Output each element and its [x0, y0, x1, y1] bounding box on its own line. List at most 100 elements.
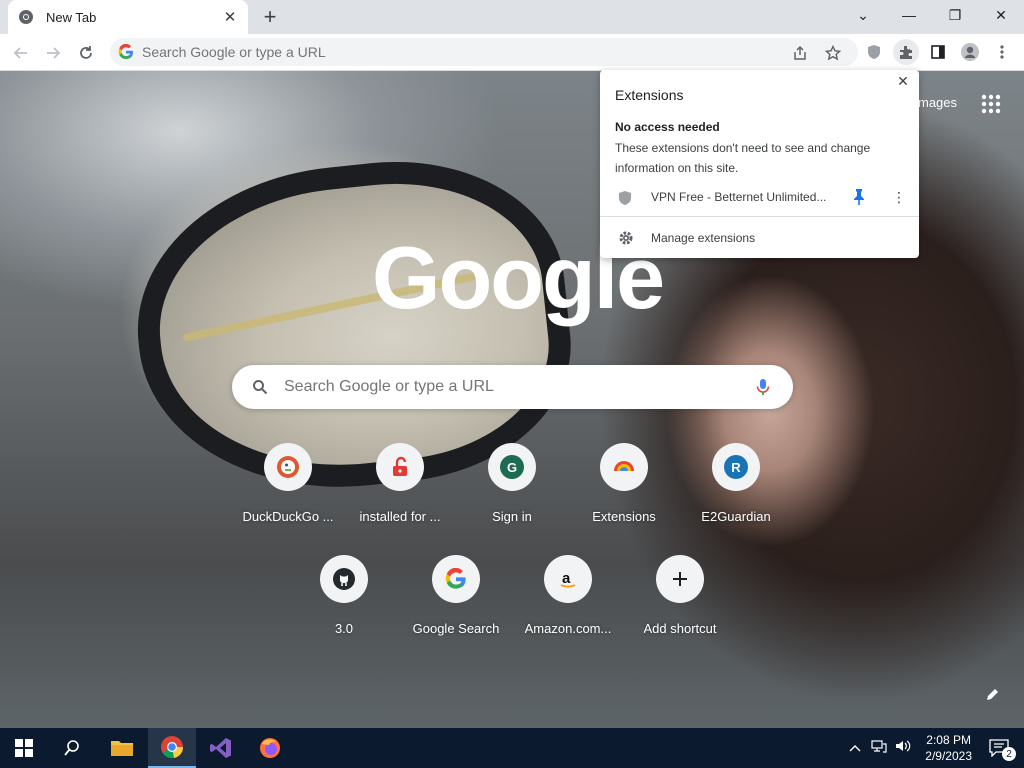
- letter-r-avatar: R: [712, 443, 760, 491]
- shortcut-tile[interactable]: a Amazon.com...: [512, 555, 624, 659]
- action-center-button[interactable]: 2: [988, 737, 1016, 761]
- shortcut-tile[interactable]: R E2Guardian: [680, 443, 792, 547]
- google-apps-grid-icon[interactable]: [980, 93, 1002, 115]
- clock[interactable]: 2:08 PM 2/9/2023: [925, 732, 972, 764]
- shortcut-label: installed for ...: [359, 509, 441, 524]
- customize-pencil-icon[interactable]: [982, 685, 1002, 705]
- shortcut-label: Sign in: [492, 509, 532, 524]
- extensions-puzzle-icon[interactable]: [893, 39, 919, 65]
- add-shortcut-button[interactable]: Add shortcut: [624, 555, 736, 659]
- search-icon: [64, 740, 79, 756]
- shortcut-tile[interactable]: G Sign in: [456, 443, 568, 547]
- ntp-search-box[interactable]: [232, 365, 793, 409]
- windows-taskbar: 2:08 PM 2/9/2023 2: [0, 728, 1024, 768]
- chrome-icon: [161, 736, 184, 759]
- shortcut-tile[interactable]: Google Search: [400, 555, 512, 659]
- bookmark-star-icon[interactable]: [823, 43, 843, 63]
- vpn-extension-shield-icon[interactable]: [861, 39, 887, 65]
- search-icon: [250, 377, 270, 397]
- window-controls: ⌄ — ❐ ✕: [840, 0, 1024, 34]
- chrome-menu-icon[interactable]: [989, 39, 1015, 65]
- amazon-icon: a: [544, 555, 592, 603]
- arrow-left-icon: [13, 47, 27, 59]
- shortcut-label: DuckDuckGo ...: [242, 509, 334, 524]
- chrome-taskbar-button[interactable]: [148, 728, 196, 768]
- github-icon: [320, 555, 368, 603]
- start-button[interactable]: [0, 728, 48, 768]
- avatar-letter: R: [724, 455, 748, 479]
- close-window-button[interactable]: ✕: [978, 0, 1024, 30]
- tab-strip: New Tab ✕ + ⌄ — ❐ ✕: [0, 0, 1024, 34]
- network-icon[interactable]: [871, 739, 887, 758]
- share-icon[interactable]: [790, 43, 810, 63]
- google-g-icon: [118, 44, 133, 60]
- google-icon: [432, 555, 480, 603]
- firefox-icon: [260, 738, 280, 758]
- gear-icon: [618, 230, 634, 246]
- shortcut-label: Add shortcut: [643, 621, 717, 636]
- file-explorer-button[interactable]: [98, 728, 146, 768]
- duckduckgo-icon: [264, 443, 312, 491]
- shield-icon: [618, 190, 634, 206]
- shortcut-label: Extensions: [592, 509, 656, 524]
- new-tab-button[interactable]: +: [258, 4, 282, 29]
- profile-avatar-icon[interactable]: [957, 39, 983, 65]
- shortcut-tile[interactable]: installed for ...: [344, 443, 456, 547]
- visual-studio-icon: [210, 738, 231, 758]
- manage-extensions-label: Manage extensions: [651, 231, 756, 245]
- divider: [600, 216, 919, 217]
- visual-studio-button[interactable]: [197, 728, 245, 768]
- shortcut-tile[interactable]: Extensions: [568, 443, 680, 547]
- microphone-icon[interactable]: [753, 377, 773, 397]
- windows-logo-icon: [15, 739, 33, 757]
- omnibox[interactable]: [110, 38, 858, 66]
- shortcut-label: Amazon.com...: [524, 621, 612, 636]
- close-icon[interactable]: ✕: [896, 73, 910, 89]
- shortcut-label: Google Search: [412, 621, 500, 636]
- avatar-letter: G: [500, 455, 524, 479]
- clock-date: 2/9/2023: [925, 749, 972, 763]
- section-title: No access needed: [615, 120, 720, 134]
- arrow-right-icon: [47, 47, 61, 59]
- volume-icon[interactable]: [895, 739, 911, 758]
- chrome-icon: [600, 443, 648, 491]
- reload-button[interactable]: [73, 40, 99, 66]
- popup-title: Extensions: [615, 87, 684, 103]
- minimize-button[interactable]: —: [886, 0, 932, 30]
- system-tray: 2:08 PM 2/9/2023 2: [849, 728, 1024, 768]
- ntp-search-input[interactable]: [284, 378, 744, 396]
- side-panel-icon[interactable]: [925, 39, 951, 65]
- forward-button[interactable]: [40, 40, 66, 66]
- clock-time: 2:08 PM: [926, 733, 971, 747]
- svg-text:a: a: [562, 570, 571, 587]
- reload-icon: [80, 46, 92, 59]
- firefox-button[interactable]: [246, 728, 294, 768]
- plus-icon: [656, 555, 704, 603]
- tab-new-tab[interactable]: New Tab ✕: [8, 0, 248, 34]
- omnibox-input[interactable]: [142, 44, 742, 60]
- shortcut-label: E2Guardian: [701, 509, 771, 524]
- section-description: These extensions don't need to see and c…: [615, 141, 871, 175]
- tab-search-button[interactable]: ⌄: [840, 0, 886, 30]
- chrome-icon: [18, 9, 34, 25]
- taskbar-search-button[interactable]: [48, 728, 96, 768]
- toolbar: [0, 34, 1024, 71]
- shortcut-tile[interactable]: DuckDuckGo ...: [232, 443, 344, 547]
- back-button[interactable]: [8, 40, 34, 66]
- shortcut-tile[interactable]: 3.0: [288, 555, 400, 659]
- images-link[interactable]: mages: [918, 95, 957, 110]
- extension-item-vpn[interactable]: VPN Free - Betternet Unlimited... ⋮: [600, 186, 919, 210]
- folder-icon: [111, 741, 133, 756]
- notification-badge: 2: [1002, 747, 1016, 761]
- tab-title: New Tab: [46, 9, 97, 25]
- extensions-popup: Extensions ✕ No access needed These exte…: [600, 70, 919, 258]
- chevron-up-icon[interactable]: [849, 739, 861, 757]
- manage-extensions-button[interactable]: Manage extensions: [600, 228, 919, 248]
- extension-name: VPN Free - Betternet Unlimited...: [651, 190, 827, 204]
- pin-icon[interactable]: [852, 188, 866, 206]
- more-options-icon[interactable]: ⋮: [892, 188, 906, 206]
- close-tab-icon[interactable]: ✕: [222, 9, 238, 26]
- restore-button[interactable]: ❐: [932, 0, 978, 30]
- shortcut-label: 3.0: [334, 621, 354, 636]
- unlock-icon: [376, 443, 424, 491]
